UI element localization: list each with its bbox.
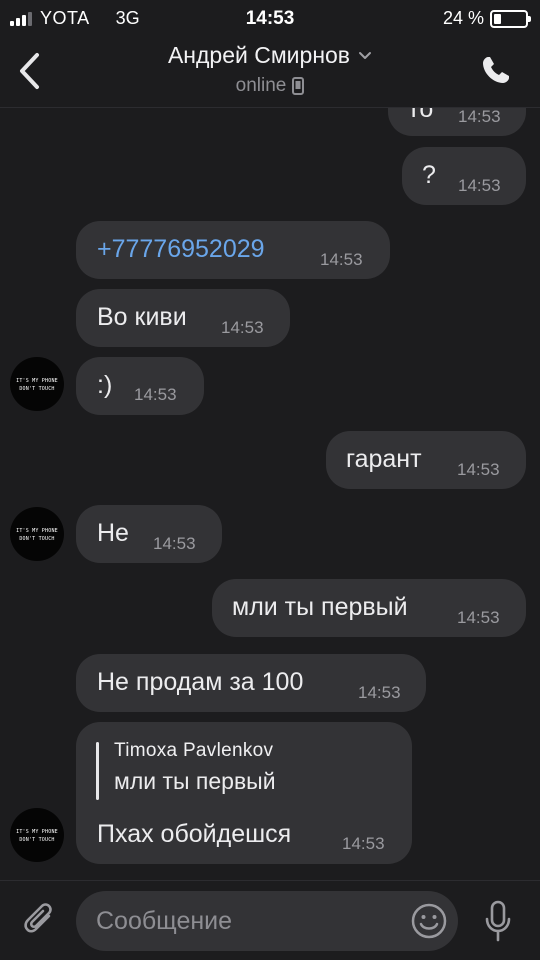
avatar-text: IT'S MY PHONE [16,829,58,835]
message-time: 14:53 [458,108,501,126]
message-outgoing[interactable]: ? 14:53 [402,147,526,205]
avatar[interactable]: IT'S MY PHONE DON'T TOUCH [10,357,64,411]
message-time: 14:53 [358,683,401,702]
message-incoming-reply[interactable]: Timoxa Pavlenkov мли ты первый Пхах обой… [76,722,412,864]
message-time: 14:53 [457,608,500,627]
chevron-down-icon [359,51,372,59]
message-phone-link[interactable]: +77776952029 [97,235,265,264]
battery-icon [490,9,531,28]
avatar-text: IT'S MY PHONE [16,528,58,534]
message-time: 14:53 [134,385,177,404]
message-outgoing[interactable]: мли ты первый 14:53 [212,579,526,637]
reply-text: мли ты первый [114,768,276,794]
avatar[interactable]: IT'S MY PHONE DON'T TOUCH [10,507,64,561]
microphone-icon [485,900,511,942]
emoji-icon[interactable] [410,902,448,940]
avatar-text: DON'T TOUCH [19,837,55,843]
message-list[interactable]: То 14:53 ? 14:53 +77776952029 14:53 Во к… [0,108,540,878]
call-button[interactable] [476,50,516,90]
composer-bar [0,880,540,960]
message-text: ? [422,161,436,189]
contact-status-row: online [236,75,305,97]
message-time: 14:53 [320,250,363,269]
reply-quote-bar [96,742,99,800]
message-incoming[interactable]: Не 14:53 [76,505,222,563]
avatar-text: DON'T TOUCH [19,386,55,392]
contact-name: Андрей Смирнов [167,42,351,68]
message-time: 14:53 [457,460,500,479]
message-text: Не продам за 100 [97,668,304,696]
message-text: Не [97,519,129,547]
message-time: 14:53 [342,834,385,853]
message-text: То [406,108,434,123]
avatar-text: IT'S MY PHONE [16,378,58,384]
chat-header: Андрей Смирнов online [0,36,540,108]
battery-level-fill [494,13,501,24]
reply-author: Timoxa Pavlenkov [114,740,274,761]
paperclip-icon [24,903,52,933]
message-text: Пхах обойдешся [97,820,292,848]
message-input[interactable] [96,891,396,951]
message-text: гарант [346,445,422,473]
avatar-text: DON'T TOUCH [19,536,55,542]
message-time: 14:53 [153,534,196,553]
message-input-container[interactable] [76,891,458,951]
mobile-device-icon [292,77,305,95]
message-outgoing[interactable]: гарант 14:53 [326,431,526,489]
battery-percent: 24 % [442,8,484,28]
status-bar: YOTA 3G 14:53 24 % [0,0,540,36]
message-time: 14:53 [458,176,501,195]
voice-message-button[interactable] [480,897,516,945]
phone-icon [483,57,509,83]
message-incoming[interactable]: +77776952029 14:53 [76,221,390,279]
message-time: 14:53 [221,318,264,337]
status-bar-right: 24 % [442,8,531,29]
message-outgoing[interactable]: То 14:53 [388,108,526,136]
message-incoming[interactable]: Во киви 14:53 [76,289,290,347]
avatar[interactable]: IT'S MY PHONE DON'T TOUCH [10,808,64,862]
message-text: мли ты первый [232,593,408,621]
message-incoming[interactable]: Не продам за 100 14:53 [76,654,426,712]
contact-name-row[interactable]: Андрей Смирнов [168,42,372,69]
message-text: :) [97,371,113,399]
attach-button[interactable] [20,899,60,943]
chat-title-area[interactable]: Андрей Смирнов online [0,42,540,97]
message-text: Во киви [97,303,187,331]
message-incoming[interactable]: :) 14:53 [76,357,204,415]
contact-status: online [235,75,287,96]
